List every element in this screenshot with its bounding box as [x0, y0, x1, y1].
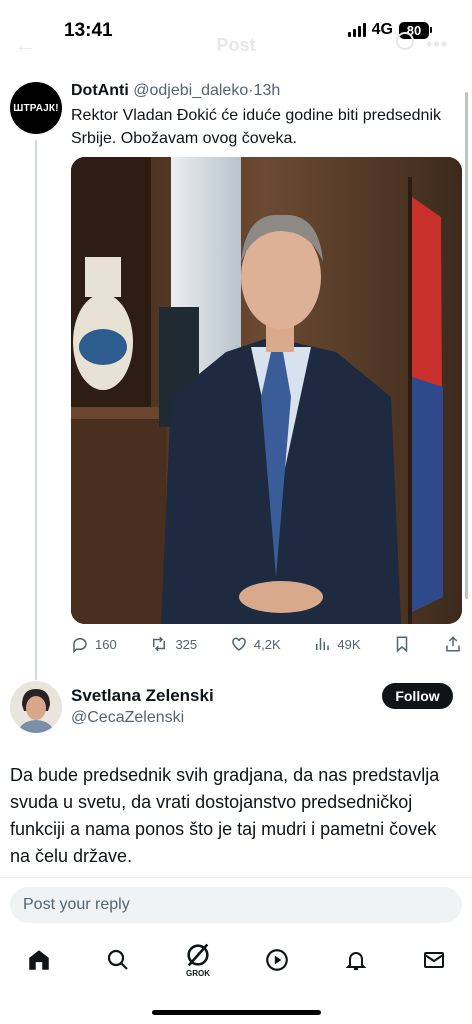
- post-text: Rektor Vladan Đokić će iduće godine biti…: [71, 107, 441, 147]
- tab-search[interactable]: [103, 945, 133, 975]
- reply-text: Da bude predsednik svih gradjana, da nas…: [10, 765, 440, 866]
- more-options-icon[interactable]: •••: [426, 34, 448, 55]
- follow-button[interactable]: Follow: [382, 683, 453, 709]
- search-icon: [107, 949, 128, 970]
- post-time: 13h: [253, 82, 281, 99]
- bookmark-action[interactable]: [393, 635, 411, 653]
- tab-grok[interactable]: [183, 940, 213, 970]
- play-icon: [266, 949, 288, 971]
- like-action[interactable]: 4,2K: [230, 635, 281, 653]
- divider: [0, 877, 472, 878]
- bell-icon: [345, 952, 367, 970]
- author-avatar[interactable]: ШТРАЈК!: [10, 82, 62, 134]
- scrollbar[interactable]: [465, 92, 468, 599]
- share-icon: [446, 636, 460, 652]
- tab-home[interactable]: [24, 945, 54, 975]
- reply-count: 160: [95, 636, 117, 652]
- views-action[interactable]: 49K: [313, 635, 361, 653]
- repost-icon: [153, 636, 166, 652]
- grok-label: GROK: [186, 969, 210, 978]
- repost-action[interactable]: 325: [149, 635, 197, 653]
- reply-input[interactable]: [23, 896, 449, 914]
- reply-avatar[interactable]: [10, 681, 62, 733]
- tab-notifications[interactable]: [341, 945, 371, 975]
- mail-icon: [424, 952, 444, 968]
- share-action[interactable]: [444, 635, 462, 653]
- post-header: DotAnti @odjebi_daleko·13h: [71, 82, 280, 100]
- refresh-icon[interactable]: [396, 32, 414, 50]
- like-count: 4,2K: [253, 636, 281, 652]
- reply-action[interactable]: 160: [71, 635, 117, 653]
- home-indicator[interactable]: [152, 1010, 321, 1015]
- portrait-illustration: [71, 157, 462, 624]
- repost-count: 325: [175, 636, 198, 652]
- post-actions: 160 325 4,2K 49K: [71, 634, 462, 654]
- home-icon: [29, 950, 49, 970]
- views-icon: [316, 638, 330, 650]
- tab-messages[interactable]: [419, 945, 449, 975]
- avatar-text: ШТРАЈК!: [13, 102, 59, 114]
- reply-author-name[interactable]: Svetlana Zelenski: [71, 686, 214, 706]
- post-photo[interactable]: [71, 157, 462, 624]
- bookmark-icon: [396, 636, 408, 653]
- reply-avatar-image: [10, 681, 62, 733]
- author-handle[interactable]: @odjebi_daleko: [133, 82, 248, 99]
- views-count: 49K: [337, 636, 361, 652]
- thread-connector: [35, 140, 37, 680]
- grok-icon: [187, 943, 209, 967]
- author-name[interactable]: DotAnti: [71, 82, 129, 99]
- reply-author-handle[interactable]: @CecaZelenski: [71, 709, 184, 727]
- reply-icon: [73, 637, 87, 653]
- tab-media[interactable]: [262, 945, 292, 975]
- heart-icon: [232, 637, 246, 651]
- reply-composer[interactable]: [10, 887, 462, 923]
